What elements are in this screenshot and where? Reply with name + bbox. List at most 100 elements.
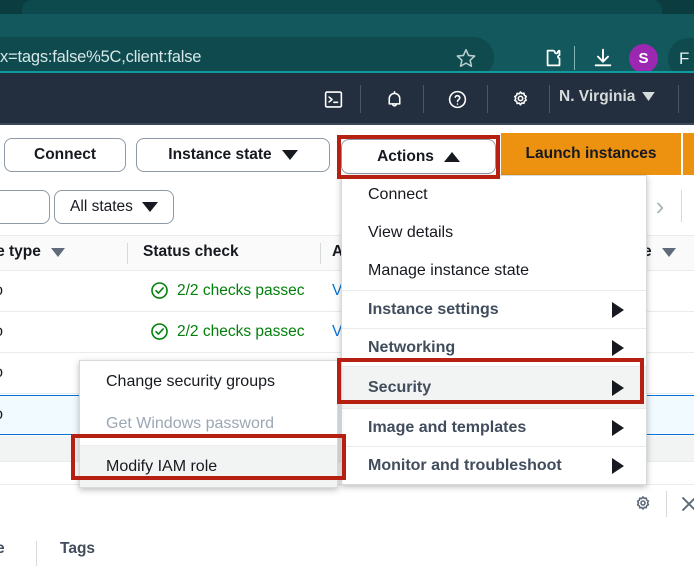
menu-item-networking[interactable]: Networking xyxy=(342,328,646,366)
menu-item-security[interactable]: Security xyxy=(342,366,646,408)
menu-item-instance-settings[interactable]: Instance settings xyxy=(342,290,646,328)
region-label: N. Virginia xyxy=(559,88,636,105)
split-panel-tabs: e Tags xyxy=(0,540,694,571)
help-circle-icon[interactable] xyxy=(442,84,472,114)
cell-status-check: 2/2 checks passec xyxy=(150,281,305,300)
menu-item-image-and-templates[interactable]: Image and templates xyxy=(342,408,646,446)
menu-item-view-details[interactable]: View details xyxy=(342,214,646,252)
submenu-item-label: Change security groups xyxy=(106,373,275,390)
menu-item-label: Connect xyxy=(368,186,428,203)
toolbar-divider xyxy=(574,46,575,70)
split-panel-divider xyxy=(666,491,667,517)
cell-instance-type: icro xyxy=(0,282,3,300)
menu-item-label: Monitor and troubleshoot xyxy=(368,456,562,474)
avatar[interactable]: S xyxy=(629,44,658,73)
cell-instance-type: icro xyxy=(0,364,3,382)
pagination-divider xyxy=(681,190,682,222)
chevron-down-icon xyxy=(141,202,158,212)
all-states-filter[interactable]: All states xyxy=(54,190,174,224)
sort-descending-icon xyxy=(50,247,65,257)
pagination-next-label: › xyxy=(655,190,665,221)
chevron-down-icon xyxy=(281,150,298,160)
submenu-item-label: Modify IAM role xyxy=(106,457,218,475)
connect-button-label: Connect xyxy=(34,146,96,163)
column-header-label: nce type xyxy=(0,243,41,260)
browser-tab-strip-background xyxy=(0,0,694,14)
submenu-item-get-windows-password: Get Windows password xyxy=(80,403,337,445)
chevron-right-icon xyxy=(612,339,624,356)
cell-instance-type: icro xyxy=(0,323,3,341)
column-divider xyxy=(320,243,321,264)
column-header-status-check[interactable]: Status check xyxy=(143,243,239,261)
chevron-right-icon xyxy=(612,379,624,396)
nav-divider xyxy=(360,85,361,113)
launch-instances-label: Launch instances xyxy=(525,145,657,162)
chevron-down-icon xyxy=(642,88,656,106)
gear-icon[interactable] xyxy=(505,84,535,114)
menu-item-label: Instance settings xyxy=(368,300,499,318)
column-header-trailing[interactable]: e xyxy=(643,243,676,261)
tab-label: Tags xyxy=(60,540,96,557)
download-icon[interactable] xyxy=(589,44,617,72)
cell-status-check: 2/2 checks passec xyxy=(150,322,305,341)
split-panel-close-icon[interactable] xyxy=(676,491,694,517)
submenu-item-modify-iam-role[interactable]: Modify IAM role xyxy=(80,445,337,487)
status-check-passed-icon xyxy=(151,323,168,340)
menu-item-label: Security xyxy=(368,378,432,396)
status-check-text: 2/2 checks passec xyxy=(177,322,305,340)
chevron-up-icon xyxy=(443,151,460,162)
sort-descending-icon xyxy=(661,247,676,257)
menu-item-label: Image and templates xyxy=(368,418,527,436)
bookmark-star-icon[interactable] xyxy=(452,44,480,72)
tab-divider xyxy=(36,541,37,566)
status-check-text: 2/2 checks passec xyxy=(177,281,305,299)
submenu-item-label: Get Windows password xyxy=(106,415,275,432)
instance-state-button[interactable]: Instance state xyxy=(136,138,330,172)
avatar-initial: S xyxy=(638,50,649,67)
instance-state-button-label: Instance state xyxy=(168,146,272,163)
nav-divider xyxy=(423,85,424,113)
menu-item-monitor-and-troubleshoot[interactable]: Monitor and troubleshoot xyxy=(342,446,646,484)
chevron-right-icon xyxy=(612,457,624,474)
column-header-label: Status check xyxy=(143,243,239,260)
tab-label: e xyxy=(0,540,5,557)
column-header-instance-type[interactable]: nce type xyxy=(0,243,65,261)
launch-instances-dropdown-toggle[interactable] xyxy=(683,133,694,175)
extensions-puzzle-icon[interactable] xyxy=(540,44,568,72)
chevron-right-icon xyxy=(612,419,624,436)
cell-instance-type: icro xyxy=(0,406,3,424)
submenu-item-change-security-groups[interactable]: Change security groups xyxy=(80,361,337,403)
chevron-right-icon xyxy=(612,301,624,318)
all-states-label: All states xyxy=(70,198,133,215)
browser-active-tab[interactable] xyxy=(22,0,662,14)
actions-button[interactable]: Actions xyxy=(341,139,496,174)
security-submenu[interactable]: Change security groups Get Windows passw… xyxy=(79,360,338,488)
nav-divider xyxy=(487,85,488,113)
connect-button[interactable]: Connect xyxy=(4,138,126,172)
profile-label: F xyxy=(679,48,690,68)
actions-button-label: Actions xyxy=(377,147,434,165)
split-panel-preferences-gear-icon[interactable] xyxy=(630,491,656,517)
bell-icon[interactable] xyxy=(379,84,409,114)
nav-divider xyxy=(549,85,550,113)
menu-item-label: Manage instance state xyxy=(368,262,529,279)
menu-item-label: View details xyxy=(368,224,454,241)
search-filter-box[interactable] xyxy=(0,190,50,224)
tab-tags[interactable]: Tags xyxy=(60,540,95,558)
menu-item-label: Networking xyxy=(368,338,456,356)
pagination-next-button[interactable]: › xyxy=(646,190,674,222)
address-bar-text: x=tags:false%5C,client:false xyxy=(0,48,202,66)
launch-instances-button[interactable]: Launch instances xyxy=(501,133,681,175)
menu-item-manage-instance-state[interactable]: Manage instance state xyxy=(342,252,646,290)
nav-divider xyxy=(678,85,679,113)
split-panel-header xyxy=(0,484,694,524)
menu-item-connect[interactable]: Connect xyxy=(342,176,646,214)
screenshot-root: x=tags:false%5C,client:false S F N. Virg… xyxy=(0,0,694,571)
actions-dropdown-menu[interactable]: Connect View details Manage instance sta… xyxy=(341,175,647,485)
status-check-passed-icon xyxy=(151,282,168,299)
column-divider xyxy=(127,243,128,264)
tab-details[interactable]: e xyxy=(0,540,5,558)
browser-toolbar: x=tags:false%5C,client:false S F xyxy=(0,14,694,79)
region-selector[interactable]: N. Virginia xyxy=(559,88,656,106)
cloudshell-icon[interactable] xyxy=(318,84,348,114)
